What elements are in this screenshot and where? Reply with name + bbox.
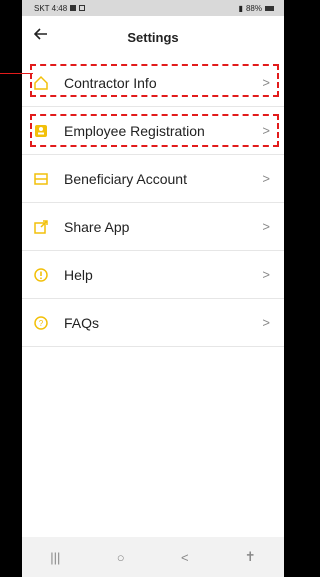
menu-label: Share App [64,218,130,235]
battery-percent: 88% [245,3,262,13]
settings-menu: Contractor Info > Employee Registration … [22,59,284,347]
notification-icon [70,5,77,11]
signal-icon: ▮ [238,3,243,13]
chevron-right-icon: > [262,267,270,282]
phone-screen: SKT 4:48 ▮ 88% Settings Contractor Info … [22,0,284,577]
back-nav-icon[interactable]: < [181,550,189,565]
alert-circle-icon [32,266,50,284]
menu-item-help[interactable]: Help > [22,251,284,299]
chevron-right-icon: > [262,171,270,186]
highlight-box [30,64,279,97]
highlight-box [30,114,279,147]
notification-icon [79,5,86,11]
svg-text:?: ? [39,319,44,328]
chevron-right-icon: > [262,315,270,330]
annotation-leader-line [0,73,33,74]
accessibility-icon[interactable]: ✝ [245,549,256,565]
battery-icon [265,5,274,11]
home-button-icon[interactable]: ○ [117,550,125,565]
share-icon [32,218,50,236]
menu-item-beneficiary-account[interactable]: Beneficiary Account > [22,155,284,203]
menu-item-faqs[interactable]: ? FAQs > [22,299,284,347]
status-left: SKT 4:48 [34,3,86,13]
chevron-right-icon: > [262,219,270,234]
recent-apps-icon[interactable]: ||| [50,550,60,565]
bank-icon [32,170,50,188]
menu-item-share-app[interactable]: Share App > [22,203,284,251]
status-carrier-time: SKT 4:48 [34,3,68,13]
android-nav-bar: ||| ○ < ✝ [22,537,284,577]
status-right: ▮ 88% [239,4,274,13]
menu-label: Help [64,266,93,283]
app-header: Settings [22,16,284,59]
menu-label: FAQs [64,314,100,331]
back-arrow-icon[interactable] [33,28,48,44]
page-title: Settings [127,30,179,45]
menu-label: Beneficiary Account [64,170,187,187]
status-bar: SKT 4:48 ▮ 88% [22,0,284,16]
question-circle-icon: ? [32,314,50,332]
